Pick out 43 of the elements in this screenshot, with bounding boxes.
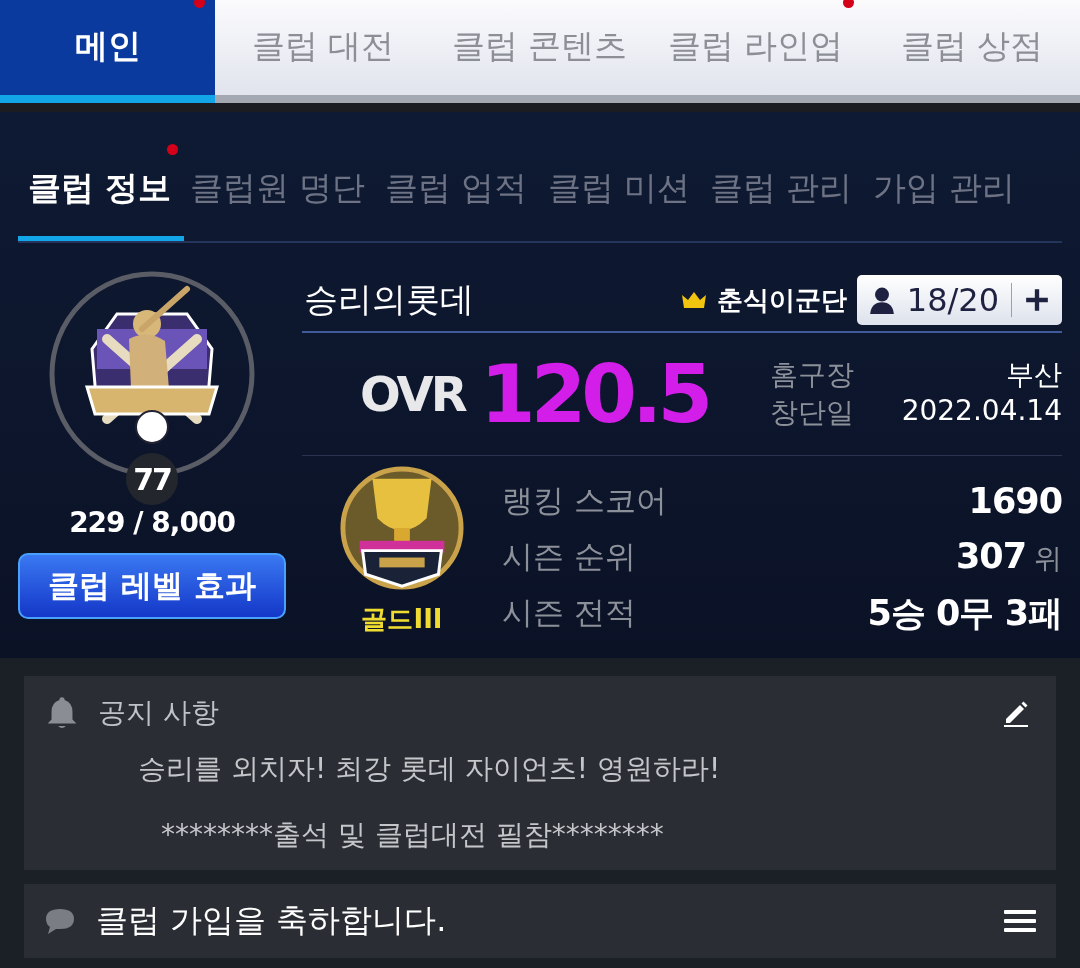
stat-label: 시즌 순위 [502, 537, 636, 576]
sub-tab[interactable]: 클럽 정보 [18, 166, 184, 241]
member-count-button[interactable]: 18/20 [856, 275, 1062, 325]
bell-icon [46, 696, 78, 730]
info-label: 홈구장 [770, 357, 854, 393]
sub-tab[interactable]: 가입 관리 [866, 166, 1029, 241]
notice-title: 공지 사항 [98, 695, 220, 731]
level-badge: 77 [126, 453, 178, 505]
info-value: 부산 [1006, 357, 1062, 393]
stat-value: 5승 0무 3패 [867, 591, 1062, 635]
person-icon [868, 286, 895, 314]
notice-text: ********출석 및 클럽대전 필참******** [161, 817, 665, 853]
crown-icon [680, 291, 707, 309]
main-tab[interactable]: 메인 [0, 0, 215, 103]
sub-tab[interactable]: 클럽 업적 [379, 166, 542, 241]
sub-tab[interactable]: 클럽원 명단 [183, 166, 379, 241]
main-tab[interactable]: 클럽 상점 [863, 0, 1080, 103]
main-tab[interactable]: 클럽 콘텐츠 [431, 0, 648, 103]
ovr-label: OVR [360, 366, 467, 422]
stat-value: 307 [955, 536, 1026, 576]
info-label: 창단일 [770, 395, 854, 431]
stat-label: 랭킹 스코어 [502, 481, 667, 520]
info-value: 2022.04.14 [901, 394, 1062, 429]
stat-value: 1690 [968, 481, 1062, 521]
main-tab[interactable]: 클럽 대전 [215, 0, 432, 103]
sub-tab[interactable]: 클럽 미션 [541, 166, 704, 241]
tier-name: 골드III [361, 603, 443, 636]
chat-message: 클럽 가입을 축하합니다. [96, 900, 448, 941]
ovr-value: 120.5 [480, 347, 710, 441]
menu-icon[interactable] [1004, 909, 1036, 933]
chat-bar[interactable]: 클럽 가입을 축하합니다. [24, 884, 1056, 958]
stat-unit: 위 [1034, 541, 1062, 577]
club-level-effect-button[interactable]: 클럽 레벨 효과 [18, 553, 286, 619]
speech-bubble-icon [44, 907, 76, 935]
leader-name: 춘식이군단 [716, 283, 847, 317]
stat-label: 시즌 전적 [502, 593, 636, 632]
club-name: 승리의롯데 [304, 278, 474, 321]
notice-text: 승리를 외치자! 최강 롯데 자이언츠! 영원하라! [138, 751, 722, 787]
main-tab[interactable]: 클럽 라인업 [647, 0, 864, 103]
sub-tab[interactable]: 클럽 관리 [704, 166, 867, 241]
experience-count: 229 / 8,000 [69, 506, 235, 539]
plus-icon[interactable] [1024, 287, 1050, 313]
edit-icon[interactable] [1002, 699, 1030, 727]
